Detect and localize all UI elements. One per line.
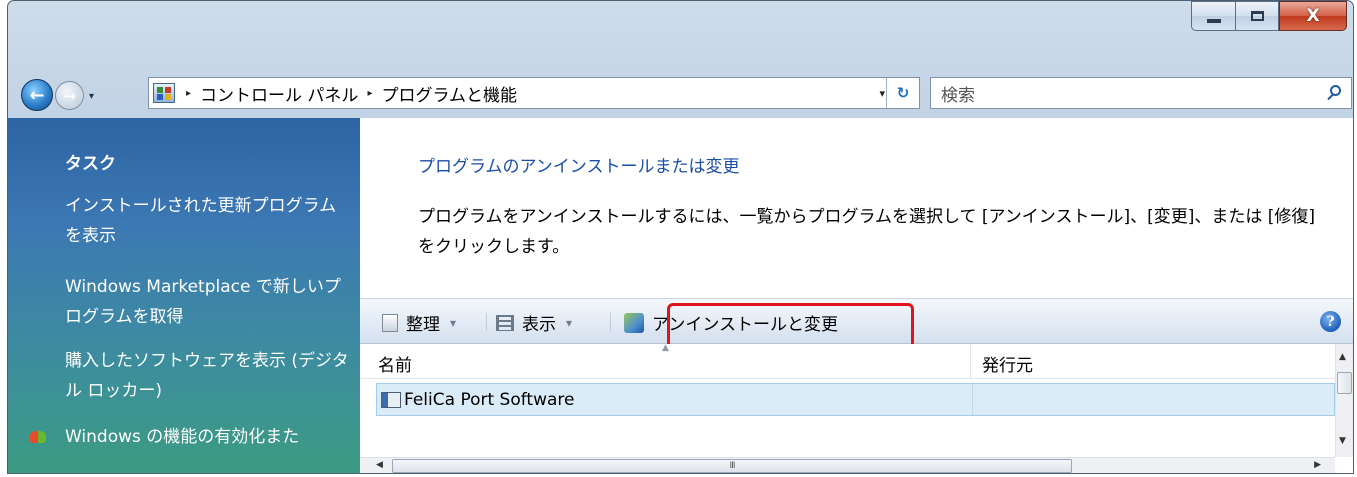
maximize-icon: [1250, 11, 1264, 21]
list-column-header: ▲ 名前 発行元: [360, 343, 1335, 379]
scroll-right-icon[interactable]: ▶: [1314, 460, 1321, 470]
breadcrumb-separator-icon[interactable]: ▸: [367, 88, 372, 99]
close-button[interactable]: X: [1279, 1, 1347, 31]
column-header-publisher[interactable]: 発行元: [982, 351, 1033, 376]
programs-features-window: X ← → ▾ ▸ コントロール パネル ▸ プログラムと機能 ▾ ↻ 検索 タ…: [7, 0, 1354, 474]
sidebar-item-digital-locker[interactable]: 購入したソフトウェアを表示 (デジタル ロッカー): [65, 346, 350, 406]
page-description: プログラムをアンインストールするには、一覧からプログラムを選択して [アンインス…: [418, 207, 1316, 257]
toolbar-divider: [486, 313, 487, 331]
sort-ascending-icon: ▲: [662, 343, 669, 353]
vertical-scroll-thumb[interactable]: [1337, 372, 1352, 394]
minimize-button[interactable]: [1191, 1, 1235, 31]
forward-arrow-icon: →: [63, 86, 76, 105]
back-arrow-icon: ←: [29, 84, 45, 106]
uninstall-icon: [624, 312, 644, 333]
back-button[interactable]: ←: [21, 79, 53, 111]
organize-button[interactable]: 整理 ▾: [382, 310, 456, 335]
table-row[interactable]: FeliCa Port Software: [376, 383, 1335, 416]
address-dropdown-icon[interactable]: ▾: [879, 87, 885, 100]
scroll-up-icon[interactable]: ▲: [1339, 352, 1346, 362]
task-pane: タスク インストールされた更新プログラムを表示 Windows Marketpl…: [8, 118, 360, 473]
search-icon[interactable]: [1330, 85, 1341, 96]
toolbar-divider: [610, 313, 611, 331]
chevron-down-icon: ▾: [450, 315, 457, 330]
maximize-button[interactable]: [1235, 1, 1279, 31]
breadcrumb-separator-icon[interactable]: ▸: [186, 88, 191, 99]
forward-button[interactable]: →: [55, 81, 84, 110]
task-pane-heading: タスク: [65, 154, 116, 174]
view-icon: [496, 314, 514, 331]
minimize-icon: [1206, 19, 1221, 23]
program-icon: [381, 391, 401, 408]
row-divider: [972, 384, 973, 415]
command-bar: 整理 ▾ 表示 ▾ アンインストールと変更 ?: [360, 298, 1353, 344]
organize-icon: [382, 313, 398, 332]
uninstall-change-label: アンインストールと変更: [652, 315, 838, 335]
breadcrumb-control-panel[interactable]: コントロール パネル: [200, 81, 358, 106]
address-bar[interactable]: ▸ コントロール パネル ▸ プログラムと機能 ▾ ↻: [148, 77, 920, 109]
uninstall-change-button[interactable]: アンインストールと変更: [624, 310, 838, 335]
horizontal-scroll-thumb[interactable]: III: [392, 459, 1072, 473]
control-panel-icon: [153, 83, 175, 103]
view-button[interactable]: 表示 ▾: [496, 310, 572, 335]
program-name: FeliCa Port Software: [404, 389, 575, 410]
sidebar-item-windows-marketplace[interactable]: Windows Marketplace で新しいプログラムを取得: [65, 272, 350, 332]
close-icon: X: [1306, 6, 1320, 26]
help-icon[interactable]: ?: [1320, 311, 1341, 332]
scroll-left-icon[interactable]: ◀: [376, 460, 383, 470]
chevron-down-icon: ▾: [566, 315, 573, 330]
search-box[interactable]: 検索: [930, 77, 1352, 109]
horizontal-scrollbar[interactable]: ◀ III ▶: [360, 457, 1335, 473]
organize-label: 整理: [406, 315, 440, 335]
main-pane: プログラムのアンインストールまたは変更 プログラムをアンインストールするには、一…: [360, 118, 1353, 473]
caption-buttons: X: [1191, 1, 1347, 31]
page-title: プログラムのアンインストールまたは変更: [418, 157, 740, 177]
scroll-down-icon[interactable]: ▼: [1339, 436, 1346, 446]
sidebar-item-view-installed-updates[interactable]: インストールされた更新プログラムを表示: [65, 191, 350, 251]
vertical-scrollbar[interactable]: ▲ ▼: [1335, 344, 1353, 457]
view-label: 表示: [522, 315, 556, 335]
sidebar-item-windows-features[interactable]: Windows の機能の有効化また: [65, 422, 350, 452]
recent-pages-dropdown-icon[interactable]: ▾: [89, 91, 94, 102]
breadcrumb-programs-features[interactable]: プログラムと機能: [381, 81, 517, 106]
column-header-name[interactable]: 名前: [378, 351, 412, 376]
refresh-button[interactable]: ↻: [886, 78, 919, 108]
column-divider[interactable]: [970, 344, 971, 379]
windows-features-icon: [30, 431, 46, 443]
search-input[interactable]: 検索: [941, 81, 975, 106]
content-area: タスク インストールされた更新プログラムを表示 Windows Marketpl…: [8, 118, 1353, 473]
